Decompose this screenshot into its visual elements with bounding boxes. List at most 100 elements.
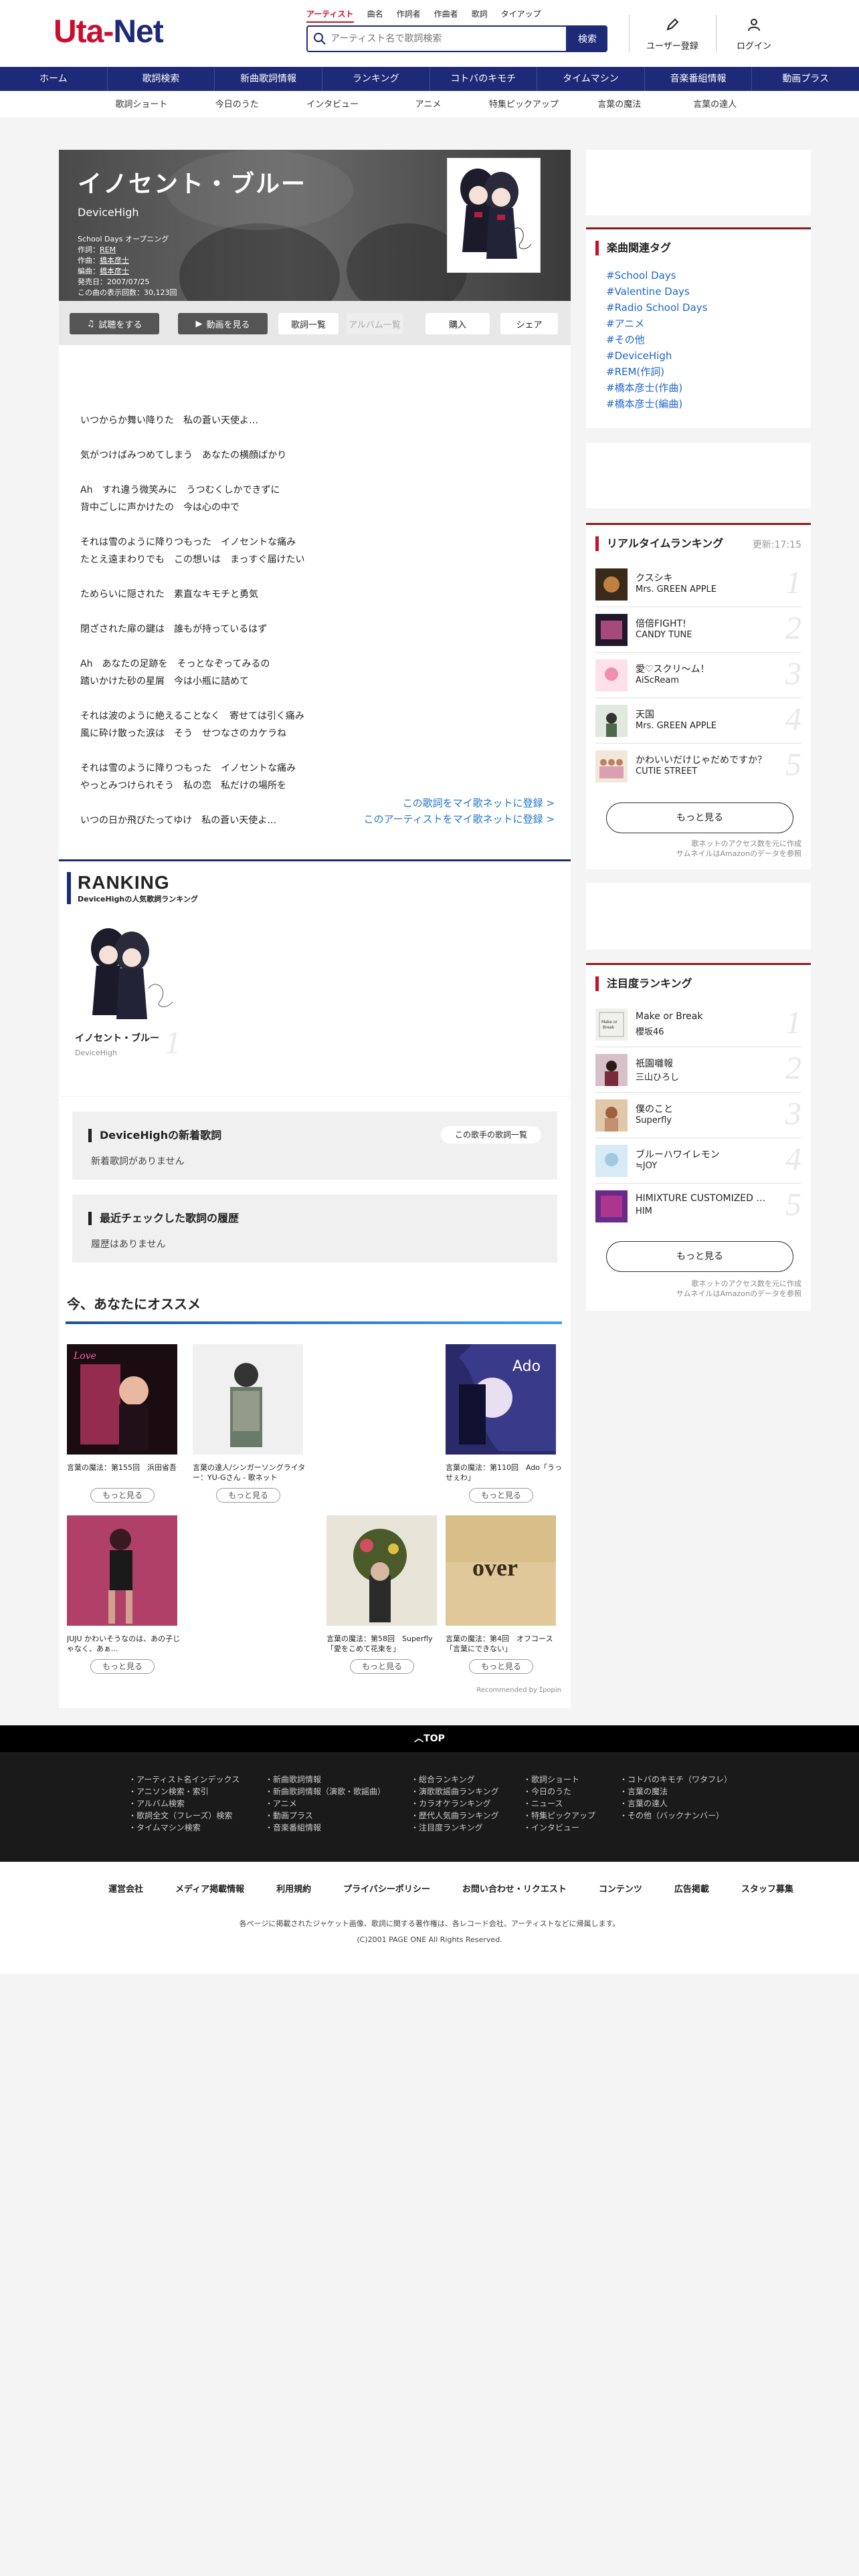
nav-new-lyrics[interactable]: 新曲歌詞情報 <box>214 67 322 91</box>
footer-nav-contents[interactable]: コンテンツ <box>583 1882 658 1895</box>
footer-link[interactable]: ・演歌歌謡曲ランキング <box>411 1786 499 1798</box>
artist-lyrics-list-button[interactable]: この歌手の歌詞一覧 <box>441 1126 541 1144</box>
ad-slot[interactable] <box>586 150 811 215</box>
subnav-short[interactable]: 歌詞ショート <box>94 94 189 116</box>
footer-nav-contact[interactable]: お問い合わせ・リクエスト <box>446 1882 583 1895</box>
footer-link[interactable]: ・総合ランキング <box>411 1774 499 1786</box>
search-button[interactable]: 検索 <box>567 25 607 52</box>
nav-ranking[interactable]: ランキング <box>321 67 430 91</box>
arranger-link[interactable]: 橋本彦士 <box>100 267 129 276</box>
footer-link[interactable]: ・特集ピックアップ <box>523 1810 595 1822</box>
ranking-jacket-image[interactable] <box>75 922 182 1022</box>
nav-video-plus[interactable]: 動画プラス <box>751 67 859 91</box>
footer-link[interactable]: ・アルバム検索 <box>128 1798 240 1810</box>
attention-row[interactable]: 祇園囃報 三山ひろし 2 <box>595 1047 801 1093</box>
popin-credit[interactable]: Recommended by ⵊpopin <box>476 1687 561 1694</box>
footer-link[interactable]: ・新曲歌詞情報（演歌・歌謡曲） <box>265 1786 385 1798</box>
nav-music-programs[interactable]: 音楽番組情報 <box>644 67 752 91</box>
login-button[interactable]: ログイン <box>717 17 791 51</box>
attention-row[interactable]: HIMIXTURE CUSTOMIZED 3... HIM 5 <box>595 1184 801 1229</box>
album-jacket-image[interactable] <box>447 158 541 273</box>
register-artist-link[interactable]: このアーティストをマイ歌ネットに登録 > <box>363 812 555 826</box>
recommend-more-button[interactable]: もっと見る <box>469 1488 533 1503</box>
footer-nav-recruit[interactable]: スタッフ募集 <box>725 1882 809 1895</box>
subnav-interview[interactable]: インタビュー <box>285 94 381 116</box>
recommend-more-button[interactable]: もっと見る <box>469 1659 533 1674</box>
search-tab-tieup[interactable]: タイアップ <box>501 8 541 23</box>
lyricist-link[interactable]: REM <box>100 245 116 254</box>
realtime-more-button[interactable]: もっと見る <box>606 802 793 833</box>
search-tab-title[interactable]: 曲名 <box>367 8 383 23</box>
footer-link[interactable]: ・その他（バックナンバー） <box>619 1810 732 1822</box>
footer-link[interactable]: ・アニメ <box>265 1798 385 1810</box>
footer-link[interactable]: ・タイムマシン検索 <box>128 1822 240 1834</box>
recommend-more-button[interactable]: もっと見る <box>90 1488 155 1503</box>
realtime-row[interactable]: 天国 Mrs. GREEN APPLE 4 <box>595 698 801 744</box>
search-tab-artist[interactable]: アーティスト <box>306 8 354 23</box>
recommend-item[interactable]: over 言葉の魔法：第4回 オフコース「言葉にできない」 もっと見る <box>446 1515 566 1674</box>
tag-link[interactable]: #DeviceHigh <box>606 348 708 364</box>
footer-nav-privacy[interactable]: プライバシーポリシー <box>327 1882 446 1895</box>
footer-nav-media[interactable]: メディア掲載情報 <box>159 1882 260 1895</box>
register-lyric-link[interactable]: この歌詞をマイ歌ネットに登録 > <box>403 796 555 810</box>
footer-link[interactable]: ・歌詞ショート <box>523 1774 595 1786</box>
footer-link[interactable]: ・インタビュー <box>523 1822 595 1834</box>
ranking-song-title[interactable]: イノセント・ブルー <box>75 1031 159 1045</box>
footer-link[interactable]: ・コトバのキモチ（ワタフレ） <box>619 1774 732 1786</box>
realtime-row[interactable]: かわいいだけじゃだめですか？ CUTIE STREET 5 <box>595 744 801 789</box>
tag-link[interactable]: #橋本彦士(編曲) <box>606 396 708 412</box>
nav-timemachine[interactable]: タイムマシン <box>537 67 644 91</box>
recommend-item[interactable]: 言葉の魔法：第58回 Superfly「愛をこめて花束を」 もっと見る <box>326 1515 447 1674</box>
realtime-row[interactable]: クスシキ Mrs. GREEN APPLE 1 <box>595 562 801 607</box>
subnav-magic[interactable]: 言葉の魔法 <box>571 94 667 116</box>
nav-kotoba[interactable]: コトバのキモチ <box>429 67 537 91</box>
tag-link[interactable]: #REM(作詞) <box>606 364 708 380</box>
recommend-more-button[interactable]: もっと見る <box>350 1659 414 1674</box>
search-tab-lyricist[interactable]: 作詞者 <box>397 8 421 23</box>
recommend-item[interactable]: JUJU かわいそうなのは、あの子じゃなく、あぁ... もっと見る <box>67 1515 187 1674</box>
recommend-item[interactable]: Ado 言葉の魔法：第110回 Ado「うっせぇわ」 もっと見る <box>446 1344 566 1503</box>
footer-link[interactable]: ・歴代人気曲ランキング <box>411 1810 499 1822</box>
footer-link[interactable]: ・言葉の魔法 <box>619 1786 732 1798</box>
ad-slot[interactable] <box>586 883 811 950</box>
footer-link[interactable]: ・アーティスト名インデックス <box>128 1774 240 1786</box>
tag-link[interactable]: #アニメ <box>606 316 708 332</box>
register-button[interactable]: ユーザー登録 <box>636 17 709 51</box>
recommend-item[interactable]: Love 言葉の魔法：第155回 浜田省吾 もっと見る <box>67 1344 187 1503</box>
attention-row[interactable]: 僕のこと Superfly 3 <box>595 1093 801 1138</box>
footer-link[interactable]: ・言葉の達人 <box>619 1798 732 1810</box>
tag-link[interactable]: #Radio School Days <box>606 300 708 316</box>
realtime-row[interactable]: 倍倍FIGHT! CANDY TUNE 2 <box>595 607 801 653</box>
search-tab-lyrics[interactable]: 歌詞 <box>472 8 488 23</box>
tag-link[interactable]: #橋本彦士(作曲) <box>606 380 708 396</box>
realtime-row[interactable]: 愛♡スクリ～ム！ AiScReam 3 <box>595 653 801 698</box>
lyrics-list-button[interactable]: 歌詞一覧 <box>278 313 339 334</box>
back-to-top-button[interactable]: ︿TOP <box>0 1725 859 1752</box>
footer-link[interactable]: ・注目度ランキング <box>411 1822 499 1834</box>
share-button[interactable]: シェア <box>500 313 558 334</box>
subnav-pickup[interactable]: 特集ピックアップ <box>476 94 571 116</box>
search-tab-composer[interactable]: 作曲者 <box>434 8 458 23</box>
recommend-more-button[interactable]: もっと見る <box>216 1488 280 1503</box>
subnav-anime[interactable]: アニメ <box>381 94 476 116</box>
footer-nav-ads[interactable]: 広告掲載 <box>658 1882 725 1895</box>
ad-slot[interactable] <box>586 443 811 508</box>
footer-link[interactable]: ・歌詞全文（フレーズ）検索 <box>128 1810 240 1822</box>
attention-more-button[interactable]: もっと見る <box>606 1241 793 1272</box>
footer-link[interactable]: ・ニュース <box>523 1798 595 1810</box>
footer-link[interactable]: ・今日のうた <box>523 1786 595 1798</box>
subnav-master[interactable]: 言葉の達人 <box>667 94 763 116</box>
footer-nav-company[interactable]: 運営会社 <box>92 1882 159 1895</box>
recommend-item[interactable]: 言葉の達人/シンガーソングライター：YU-Gさん - 歌ネット もっと見る <box>193 1344 313 1503</box>
tag-link[interactable]: #Valentine Days <box>606 284 708 300</box>
search-input[interactable] <box>326 33 566 44</box>
listen-button[interactable]: ♫ 試聴をする <box>70 313 159 334</box>
nav-home[interactable]: ホーム <box>0 67 107 91</box>
video-button[interactable]: ▶ 動画を見る <box>178 313 268 334</box>
tag-link[interactable]: #その他 <box>606 332 708 348</box>
footer-link[interactable]: ・新曲歌詞情報 <box>265 1774 385 1786</box>
subnav-today[interactable]: 今日のうた <box>189 94 285 116</box>
composer-link[interactable]: 橋本彦士 <box>100 256 129 265</box>
footer-link[interactable]: ・音楽番組情報 <box>265 1822 385 1834</box>
attention-row[interactable]: ブルーハワイレモン ≒JOY 4 <box>595 1138 801 1184</box>
